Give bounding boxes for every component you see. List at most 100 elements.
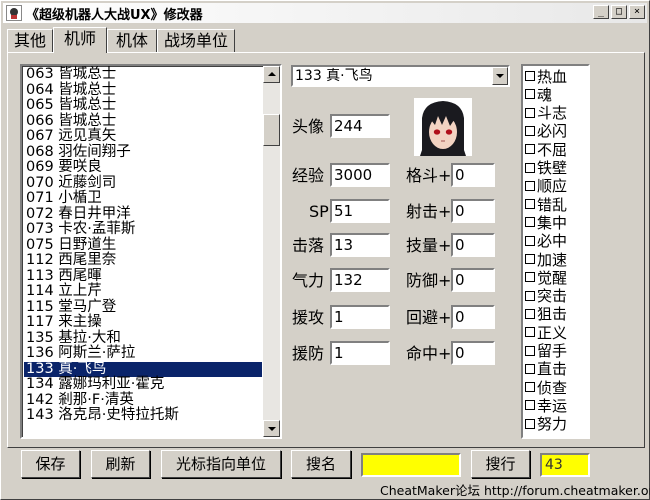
checkbox-icon[interactable] — [525, 199, 535, 210]
list-scrollbar[interactable] — [263, 66, 280, 437]
save-button[interactable]: 保存 — [21, 450, 80, 478]
tab-pilot[interactable]: 机师 — [53, 27, 108, 53]
skill-field[interactable]: 0 — [451, 233, 495, 257]
list-item[interactable]: 136 阿斯兰·萨拉 — [24, 345, 262, 362]
minimize-button[interactable]: _ — [593, 5, 609, 19]
checkbox-icon[interactable] — [525, 217, 535, 228]
spirit-command-checkbox[interactable]: 幸运 — [525, 396, 567, 415]
checkbox-icon[interactable] — [525, 89, 535, 100]
spirit-command-checkbox[interactable]: 错乱 — [525, 195, 567, 214]
checkbox-icon[interactable] — [525, 345, 535, 356]
list-item[interactable]: 133 真·飞鸟 — [24, 361, 262, 377]
list-item[interactable]: 134 露娜玛利亚·霍克 — [24, 376, 262, 393]
defense-field[interactable]: 0 — [451, 268, 495, 292]
search-name-button[interactable]: 搜名 — [291, 450, 351, 478]
list-item[interactable]: 066 皆城总士 — [24, 113, 262, 130]
checkbox-icon[interactable] — [525, 382, 535, 393]
assist-attack-field[interactable]: 1 — [330, 305, 390, 329]
checkbox-icon[interactable] — [525, 400, 535, 411]
list-item[interactable]: 117 来主操 — [24, 314, 262, 331]
list-item[interactable]: 068 羽佐间翔子 — [24, 144, 262, 161]
checkbox-icon[interactable] — [525, 290, 535, 301]
list-item[interactable]: 071 小楯卫 — [24, 190, 262, 207]
list-item[interactable]: 073 卡农·孟菲斯 — [24, 221, 262, 238]
spirit-command-checkbox[interactable]: 直击 — [525, 360, 567, 378]
scroll-up-button[interactable] — [263, 66, 280, 83]
tab-battle-unit[interactable]: 战场单位 — [157, 29, 236, 53]
pilot-listbox[interactable]: 063 皆城总士 064 皆城总士 065 皆城总士 066 皆城总士 067 远见真矢… — [20, 64, 282, 439]
list-item[interactable]: 115 堂马广登 — [24, 299, 262, 316]
list-item[interactable]: 065 皆城总士 — [24, 97, 262, 114]
refresh-button[interactable]: 刷新 — [91, 450, 150, 478]
will-field[interactable]: 132 — [330, 268, 390, 292]
spirit-command-checkbox[interactable]: 斗志 — [525, 104, 567, 122]
spirit-command-checkbox[interactable]: 铁壁 — [525, 159, 567, 177]
sp-field[interactable]: 51 — [330, 199, 390, 223]
checkbox-icon[interactable] — [525, 162, 535, 173]
list-item[interactable]: 064 皆城总士 — [24, 82, 262, 99]
spirit-command-checkbox[interactable]: 侦查 — [525, 378, 567, 397]
portrait-field[interactable]: 244 — [330, 114, 390, 138]
close-button[interactable]: × — [629, 5, 645, 19]
spirit-command-checkbox[interactable]: 突击 — [525, 287, 567, 305]
spirit-command-checkbox[interactable]: 魂 — [525, 85, 552, 104]
spirit-command-checkbox[interactable]: 留手 — [525, 342, 567, 360]
spirit-command-checkbox[interactable]: 狙击 — [525, 305, 567, 323]
checkbox-icon[interactable] — [525, 308, 535, 319]
list-item[interactable]: 114 立上芹 — [24, 283, 262, 300]
list-item[interactable]: 135 基拉·大和 — [24, 330, 262, 347]
spirit-command-checkbox[interactable]: 觉醒 — [525, 268, 567, 287]
spirit-command-checkbox[interactable]: 加速 — [525, 250, 567, 269]
scroll-thumb[interactable] — [263, 114, 280, 146]
cursor-unit-button[interactable]: 光标指向单位 — [161, 450, 281, 478]
kills-field[interactable]: 13 — [330, 233, 390, 257]
evade-field[interactable]: 0 — [451, 305, 495, 329]
spirit-command-checkbox[interactable]: 集中 — [525, 213, 567, 232]
list-item[interactable]: 067 远见真矢 — [24, 128, 262, 145]
list-item[interactable]: 075 日野道生 — [24, 237, 262, 254]
list-item[interactable]: 113 西尾暉 — [24, 268, 262, 285]
list-item[interactable]: 063 皆城总士 — [24, 66, 262, 83]
checkbox-icon[interactable] — [525, 418, 535, 429]
shoot-field[interactable]: 0 — [451, 199, 495, 223]
scroll-down-button[interactable] — [263, 420, 280, 437]
checkbox-icon[interactable] — [525, 235, 535, 246]
maximize-button[interactable]: □ — [611, 5, 627, 19]
exp-field[interactable]: 3000 — [330, 163, 390, 187]
spirit-command-checkbox[interactable]: 必闪 — [525, 122, 567, 140]
spirit-command-checkbox[interactable]: 努力 — [525, 415, 567, 433]
list-item[interactable]: 069 要咲良 — [24, 159, 262, 176]
list-item[interactable]: 143 洛克昂·史特拉托斯 — [24, 407, 262, 424]
list-item[interactable]: 142 剎那·F·清英 — [24, 392, 262, 409]
spirit-command-checkbox[interactable]: 正义 — [525, 323, 567, 342]
assist-defense-field[interactable]: 1 — [330, 341, 390, 365]
checkbox-icon[interactable] — [525, 272, 535, 283]
pilot-select[interactable]: 133 真·飞鸟 — [291, 65, 510, 87]
checkbox-icon[interactable] — [525, 71, 535, 81]
list-item[interactable]: 070 近藤剑司 — [24, 175, 262, 192]
spirit-command-checkbox[interactable]: 热血 — [525, 67, 567, 86]
list-item[interactable]: 072 春日井甲洋 — [24, 206, 262, 223]
tab-mecha[interactable]: 机体 — [107, 29, 158, 53]
checkbox-icon[interactable] — [525, 254, 535, 264]
search-row-input[interactable]: 43 — [540, 453, 590, 477]
melee-field[interactable]: 0 — [451, 163, 495, 187]
checkbox-icon[interactable] — [525, 107, 535, 118]
checkbox-icon[interactable] — [525, 327, 535, 338]
title-bar[interactable]: 《超级机器人大战UX》修改器 _ □ × — [3, 3, 647, 23]
spirit-command-checkbox[interactable]: 不屈 — [525, 140, 567, 159]
checkbox-icon[interactable] — [525, 125, 535, 136]
hit-field[interactable]: 0 — [451, 341, 495, 365]
list-item[interactable]: 112 西尾里奈 — [24, 252, 262, 269]
checkbox-icon[interactable] — [525, 180, 535, 191]
checkbox-icon[interactable] — [525, 363, 535, 374]
search-name-input[interactable] — [361, 453, 461, 477]
tab-other[interactable]: 其他 — [7, 29, 54, 53]
robot-girl-icon — [6, 5, 22, 21]
spirit-command-checkbox[interactable]: 必中 — [525, 232, 567, 250]
checkbox-icon[interactable] — [525, 144, 535, 155]
pilot-select-dropdown-button[interactable] — [492, 67, 508, 85]
assist-defense-label: 援防 — [292, 344, 325, 363]
search-row-button[interactable]: 搜行 — [471, 450, 530, 478]
spirit-command-checkbox[interactable]: 顺应 — [525, 177, 567, 195]
